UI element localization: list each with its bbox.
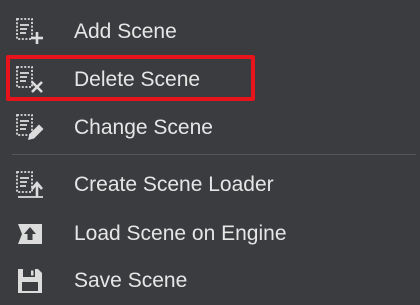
menu-item-label: Add Scene bbox=[74, 20, 177, 43]
change-scene-icon bbox=[16, 114, 44, 140]
add-scene-icon bbox=[16, 18, 43, 44]
menu-item-create-scene-loader[interactable]: Create Scene Loader bbox=[0, 161, 420, 209]
context-menu: Add Scene Delete Scene Change Scene Crea… bbox=[0, 0, 420, 296]
menu-item-label: Create Scene Loader bbox=[74, 173, 274, 196]
menu-item-change-scene[interactable]: Change Scene bbox=[0, 104, 420, 152]
menu-item-label: Load Scene on Engine bbox=[74, 222, 287, 245]
menu-item-add-scene[interactable]: Add Scene bbox=[0, 8, 420, 56]
menu-item-label: Change Scene bbox=[74, 116, 213, 139]
delete-scene-icon bbox=[16, 66, 43, 93]
menu-separator bbox=[12, 154, 416, 155]
menu-item-load-scene-on-engine[interactable]: Load Scene on Engine bbox=[0, 210, 420, 258]
create-scene-loader-icon bbox=[16, 171, 43, 198]
menu-item-label: Delete Scene bbox=[74, 68, 201, 91]
menu-item-save-scene[interactable]: Save Scene bbox=[0, 257, 420, 305]
menu-item-label: Save Scene bbox=[74, 269, 188, 292]
save-scene-icon bbox=[18, 269, 42, 293]
load-scene-on-engine-icon bbox=[18, 224, 42, 244]
menu-item-delete-scene[interactable]: Delete Scene bbox=[0, 56, 420, 104]
